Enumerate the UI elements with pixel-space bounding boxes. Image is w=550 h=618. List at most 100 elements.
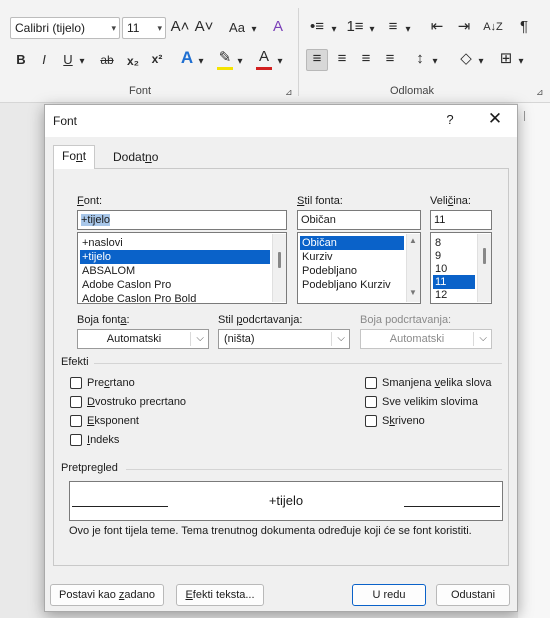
bullets-icon[interactable]: •≡ bbox=[306, 18, 328, 36]
strikethrough-icon[interactable]: ab bbox=[97, 51, 117, 69]
chevron-down-icon[interactable]: ▾ bbox=[235, 53, 245, 71]
align-center-icon[interactable]: ≡ bbox=[332, 50, 352, 68]
font-size-list[interactable]: 8 9 10 11 12 bbox=[430, 232, 492, 304]
increase-indent-icon[interactable]: ⇥ bbox=[454, 18, 474, 36]
italic-icon[interactable]: I bbox=[37, 51, 51, 69]
all-caps-checkbox[interactable]: Sve velikim slovima bbox=[365, 395, 478, 409]
pilcrow-icon[interactable]: ¶ bbox=[514, 18, 534, 36]
hidden-checkbox[interactable]: Skriveno bbox=[365, 414, 425, 428]
checkbox-box[interactable] bbox=[70, 396, 82, 408]
font-style-list[interactable]: Običan Kurziv Podebljano Podebljano Kurz… bbox=[297, 232, 421, 304]
list-item[interactable]: 9 bbox=[433, 249, 475, 263]
font-color-icon[interactable]: A bbox=[255, 48, 273, 66]
chevron-down-icon[interactable]: ▾ bbox=[367, 21, 377, 39]
font-style-input[interactable]: Običan bbox=[297, 210, 421, 230]
small-caps-checkbox[interactable]: Smanjena velika slova bbox=[365, 376, 491, 390]
list-item[interactable]: 11 bbox=[433, 275, 475, 289]
list-item[interactable]: +naslovi bbox=[80, 236, 270, 250]
chevron-down-icon[interactable]: ▾ bbox=[476, 53, 486, 71]
list-item[interactable]: +tijelo bbox=[80, 250, 270, 264]
list-item[interactable]: 10 bbox=[433, 262, 475, 276]
chevron-down-icon[interactable]: ▾ bbox=[196, 53, 206, 71]
underline-color-value: Automatski bbox=[389, 333, 445, 345]
scroll-down-icon[interactable]: ▼ bbox=[409, 288, 417, 297]
underline-style-select[interactable]: (ništa) ⌵ bbox=[218, 329, 350, 349]
checkbox-box[interactable] bbox=[365, 415, 377, 427]
checkbox-box[interactable] bbox=[365, 396, 377, 408]
scrollbar[interactable]: ▲ ▼ bbox=[406, 234, 420, 302]
decrease-indent-icon[interactable]: ⇤ bbox=[427, 18, 447, 36]
cancel-button[interactable]: Odustani bbox=[436, 584, 510, 606]
subscript-checkbox[interactable]: Indeks bbox=[70, 433, 119, 447]
close-button[interactable]: ✕ bbox=[485, 109, 505, 129]
superscript-icon[interactable]: x² bbox=[148, 50, 166, 68]
shading-icon[interactable]: ◇ bbox=[456, 50, 476, 68]
checkbox-box[interactable] bbox=[70, 415, 82, 427]
shrink-font-icon[interactable]: A˅ bbox=[194, 18, 214, 36]
scrollbar-thumb[interactable] bbox=[483, 248, 486, 264]
justify-icon[interactable]: ≡ bbox=[380, 50, 400, 68]
strikethrough-checkbox[interactable]: Precrtano bbox=[70, 376, 135, 390]
text-effects-icon[interactable]: A bbox=[178, 49, 196, 67]
tab-font[interactable]: Font bbox=[53, 145, 96, 169]
multilevel-list-icon[interactable]: ≡ bbox=[383, 18, 403, 36]
list-item[interactable]: Podebljano Kurziv bbox=[300, 278, 404, 292]
tab-advanced[interactable]: Dodatno bbox=[105, 147, 166, 169]
chevron-down-icon[interactable]: ⌵ bbox=[337, 330, 345, 348]
list-item[interactable]: 12 bbox=[433, 288, 475, 302]
line-spacing-icon[interactable]: ↕ bbox=[410, 50, 430, 68]
text-effects-button[interactable]: Efekti teksta... bbox=[176, 584, 264, 606]
list-item[interactable]: 8 bbox=[433, 236, 475, 250]
scrollbar[interactable] bbox=[477, 234, 491, 302]
sort-icon[interactable]: A↓Z bbox=[482, 18, 504, 36]
chevron-down-icon[interactable]: ▾ bbox=[111, 18, 116, 38]
chevron-down-icon[interactable]: ▾ bbox=[249, 21, 259, 39]
help-button[interactable]: ? bbox=[443, 112, 457, 127]
chevron-down-icon[interactable]: ▾ bbox=[329, 21, 339, 39]
font-name-combo[interactable]: Calibri (tijelo) ▾ bbox=[10, 17, 120, 39]
numbering-icon[interactable]: 1≡ bbox=[344, 18, 366, 36]
scrollbar[interactable] bbox=[272, 234, 286, 302]
list-item[interactable]: Podebljano bbox=[300, 264, 404, 278]
chevron-down-icon[interactable]: ▾ bbox=[516, 53, 526, 71]
font-family-list[interactable]: +naslovi +tijelo ABSALOM Adobe Caslon Pr… bbox=[77, 232, 287, 304]
font-family-input[interactable]: +tijelo bbox=[77, 210, 287, 230]
font-family-value: +tijelo bbox=[81, 214, 111, 226]
scroll-up-icon[interactable]: ▲ bbox=[409, 236, 417, 245]
chevron-down-icon[interactable]: ▾ bbox=[275, 53, 285, 71]
chevron-down-icon[interactable]: ▾ bbox=[403, 21, 413, 39]
grow-font-icon[interactable]: A˄ bbox=[170, 18, 190, 36]
borders-icon[interactable]: ⊞ bbox=[496, 50, 516, 68]
paragraph-dialog-launcher-icon[interactable]: ⊿ bbox=[536, 87, 544, 98]
font-size-value: 11 bbox=[127, 21, 140, 35]
set-default-button[interactable]: Postavi kao zadano bbox=[50, 584, 164, 606]
font-color-select[interactable]: Automatski ⌵ bbox=[77, 329, 209, 349]
font-dialog-launcher-icon[interactable]: ⊿ bbox=[285, 87, 293, 98]
checkbox-box[interactable] bbox=[70, 434, 82, 446]
double-strikethrough-checkbox[interactable]: Dvostruko precrtano bbox=[70, 395, 186, 409]
font-size-combo[interactable]: 11 ▾ bbox=[122, 17, 166, 39]
bold-icon[interactable]: B bbox=[12, 51, 30, 69]
list-item[interactable]: Kurziv bbox=[300, 250, 404, 264]
chevron-down-icon[interactable]: ⌵ bbox=[196, 330, 204, 348]
underline-icon[interactable]: U bbox=[60, 51, 76, 69]
chevron-down-icon[interactable]: ▾ bbox=[157, 18, 162, 38]
list-item[interactable]: Adobe Caslon Pro bbox=[80, 278, 270, 292]
chevron-down-icon[interactable]: ▾ bbox=[430, 53, 440, 71]
ok-button[interactable]: U redu bbox=[352, 584, 426, 606]
superscript-checkbox[interactable]: Eksponent bbox=[70, 414, 139, 428]
subscript-icon[interactable]: x₂ bbox=[124, 52, 142, 70]
highlight-icon[interactable]: ✎ bbox=[216, 49, 234, 67]
list-item[interactable]: Običan bbox=[300, 236, 404, 250]
scrollbar-thumb[interactable] bbox=[278, 252, 281, 268]
clear-formatting-icon[interactable]: A bbox=[268, 18, 288, 36]
align-right-icon[interactable]: ≡ bbox=[356, 50, 376, 68]
checkbox-box[interactable] bbox=[365, 377, 377, 389]
list-item[interactable]: ABSALOM bbox=[80, 264, 270, 278]
align-left-icon[interactable]: ≡ bbox=[306, 49, 328, 71]
chevron-down-icon[interactable]: ▾ bbox=[77, 53, 87, 71]
font-size-input[interactable]: 11 bbox=[430, 210, 492, 230]
list-item[interactable]: Adobe Caslon Pro Bold bbox=[80, 292, 270, 303]
change-case-icon[interactable]: Aa bbox=[224, 19, 250, 37]
checkbox-box[interactable] bbox=[70, 377, 82, 389]
